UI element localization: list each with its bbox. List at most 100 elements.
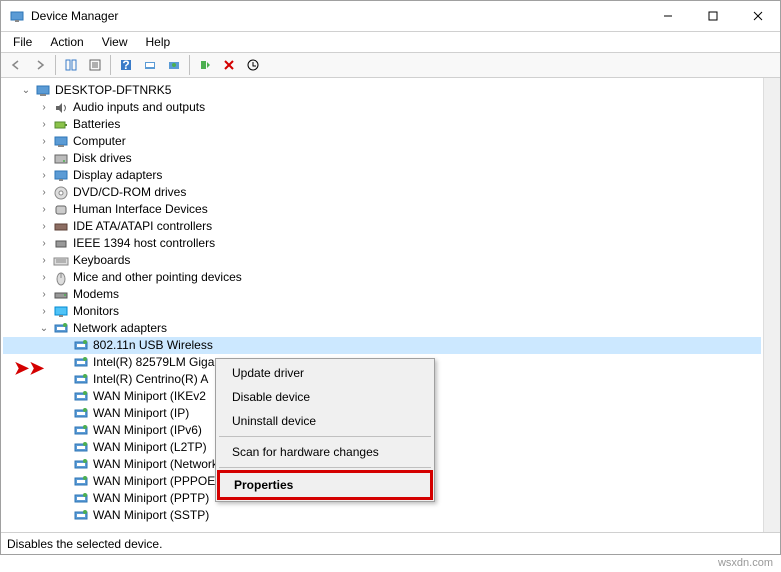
tree-label: WAN Miniport (IPv6) — [93, 422, 202, 439]
tree-device[interactable]: WAN Miniport (SSTP) — [3, 507, 761, 524]
category-icon — [53, 202, 69, 218]
category-icon — [53, 270, 69, 286]
properties-toolbar-button[interactable] — [84, 54, 106, 76]
expand-icon[interactable]: › — [37, 203, 51, 217]
tree-label: Monitors — [73, 303, 119, 320]
category-icon — [53, 134, 69, 150]
tree-label: Mice and other pointing devices — [73, 269, 242, 286]
tree-category[interactable]: › Disk drives — [3, 150, 761, 167]
network-adapter-icon — [73, 474, 89, 490]
maximize-button[interactable] — [690, 1, 735, 31]
ctx-separator — [219, 467, 431, 468]
status-text: Disables the selected device. — [7, 537, 162, 551]
tree-device[interactable]: 802.11n USB Wireless — [3, 337, 761, 354]
tree-label: Intel(R) Centrino(R) A — [93, 371, 208, 388]
disable-device-button[interactable] — [242, 54, 264, 76]
minimize-button[interactable] — [645, 1, 690, 31]
uninstall-button[interactable] — [218, 54, 240, 76]
collapse-icon[interactable]: ⌄ — [37, 322, 51, 336]
menu-file[interactable]: File — [5, 33, 40, 51]
expand-icon[interactable]: › — [37, 254, 51, 268]
tree-label: IEEE 1394 host controllers — [73, 235, 215, 252]
tree-label: WAN Miniport (IP) — [93, 405, 189, 422]
tree-category[interactable]: › Monitors — [3, 303, 761, 320]
tree-category[interactable]: › Human Interface Devices — [3, 201, 761, 218]
computer-icon — [35, 83, 51, 99]
scan-hardware-button[interactable] — [139, 54, 161, 76]
show-hide-tree-button[interactable] — [60, 54, 82, 76]
svg-text:?: ? — [122, 58, 129, 72]
tree-label: Batteries — [73, 116, 120, 133]
back-button[interactable] — [5, 54, 27, 76]
collapse-icon[interactable]: ⌄ — [19, 84, 33, 98]
tree-category[interactable]: ›Keyboards — [3, 252, 761, 269]
tree-label: Network adapters — [73, 320, 167, 337]
tree-label: Audio inputs and outputs — [73, 99, 205, 116]
tree-label: Modems — [73, 286, 119, 303]
tree-label: 802.11n USB Wireless — [93, 337, 213, 354]
network-icon — [53, 321, 69, 337]
tree-label: WAN Miniport (L2TP) — [93, 439, 207, 456]
context-menu: Update driver Disable device Uninstall d… — [215, 358, 435, 502]
ctx-properties[interactable]: Properties — [217, 470, 433, 500]
menu-action[interactable]: Action — [42, 33, 91, 51]
ctx-scan-hardware[interactable]: Scan for hardware changes — [218, 440, 432, 464]
enable-device-button[interactable] — [194, 54, 216, 76]
tree-category[interactable]: › DVD/CD-ROM drives — [3, 184, 761, 201]
expand-icon[interactable]: › — [37, 101, 51, 115]
category-icon — [53, 304, 69, 320]
close-button[interactable] — [735, 1, 780, 31]
tree-category[interactable]: › Display adapters — [3, 167, 761, 184]
forward-button[interactable] — [29, 54, 51, 76]
tree-category[interactable]: › Mice and other pointing devices — [3, 269, 761, 286]
expand-icon[interactable]: › — [37, 186, 51, 200]
vertical-scrollbar[interactable] — [763, 78, 780, 532]
network-adapter-icon — [73, 508, 89, 524]
tree-category[interactable]: › Batteries — [3, 116, 761, 133]
tree-label: Disk drives — [73, 150, 132, 167]
network-adapter-icon — [73, 457, 89, 473]
category-icon — [53, 253, 69, 269]
titlebar: Device Manager — [1, 1, 780, 32]
tree-category[interactable]: ›Computer — [3, 133, 761, 150]
tree-category[interactable]: ›IDE ATA/ATAPI controllers — [3, 218, 761, 235]
expand-icon[interactable]: › — [37, 237, 51, 251]
update-driver-button[interactable] — [163, 54, 185, 76]
network-adapter-icon — [73, 491, 89, 507]
expand-icon[interactable]: › — [37, 271, 51, 285]
tree-label: Human Interface Devices — [73, 201, 208, 218]
expand-icon[interactable]: › — [37, 118, 51, 132]
category-icon — [53, 185, 69, 201]
app-icon — [9, 8, 25, 24]
ctx-separator — [219, 436, 431, 437]
expand-icon[interactable]: › — [37, 135, 51, 149]
tree-category-network[interactable]: ⌄ Network adapters — [3, 320, 761, 337]
tree-root[interactable]: ⌄ DESKTOP-DFTNRK5 — [3, 82, 761, 99]
help-button[interactable]: ? — [115, 54, 137, 76]
statusbar: Disables the selected device. — [1, 532, 780, 554]
expand-icon[interactable]: › — [37, 305, 51, 319]
tree-label: DESKTOP-DFTNRK5 — [55, 82, 171, 99]
network-adapter-icon — [73, 372, 89, 388]
expand-icon[interactable]: › — [37, 220, 51, 234]
network-adapter-icon — [73, 338, 89, 354]
tree-label: Display adapters — [73, 167, 162, 184]
tree-category[interactable]: › IEEE 1394 host controllers — [3, 235, 761, 252]
watermark: wsxdn.com — [718, 557, 773, 569]
expand-icon[interactable]: › — [37, 152, 51, 166]
tree-label: WAN Miniport (PPPOE) — [93, 473, 219, 490]
network-adapter-icon — [73, 355, 89, 371]
menu-help[interactable]: Help — [138, 33, 179, 51]
menubar: File Action View Help — [1, 32, 780, 52]
menu-view[interactable]: View — [94, 33, 136, 51]
expand-icon[interactable]: › — [37, 288, 51, 302]
ctx-disable-device[interactable]: Disable device — [218, 385, 432, 409]
tree-label: DVD/CD-ROM drives — [73, 184, 186, 201]
ctx-update-driver[interactable]: Update driver — [218, 361, 432, 385]
expand-icon[interactable]: › — [37, 169, 51, 183]
ctx-uninstall-device[interactable]: Uninstall device — [218, 409, 432, 433]
category-icon — [53, 236, 69, 252]
tree-category[interactable]: › Audio inputs and outputs — [3, 99, 761, 116]
window-title: Device Manager — [31, 9, 645, 23]
tree-category[interactable]: › Modems — [3, 286, 761, 303]
